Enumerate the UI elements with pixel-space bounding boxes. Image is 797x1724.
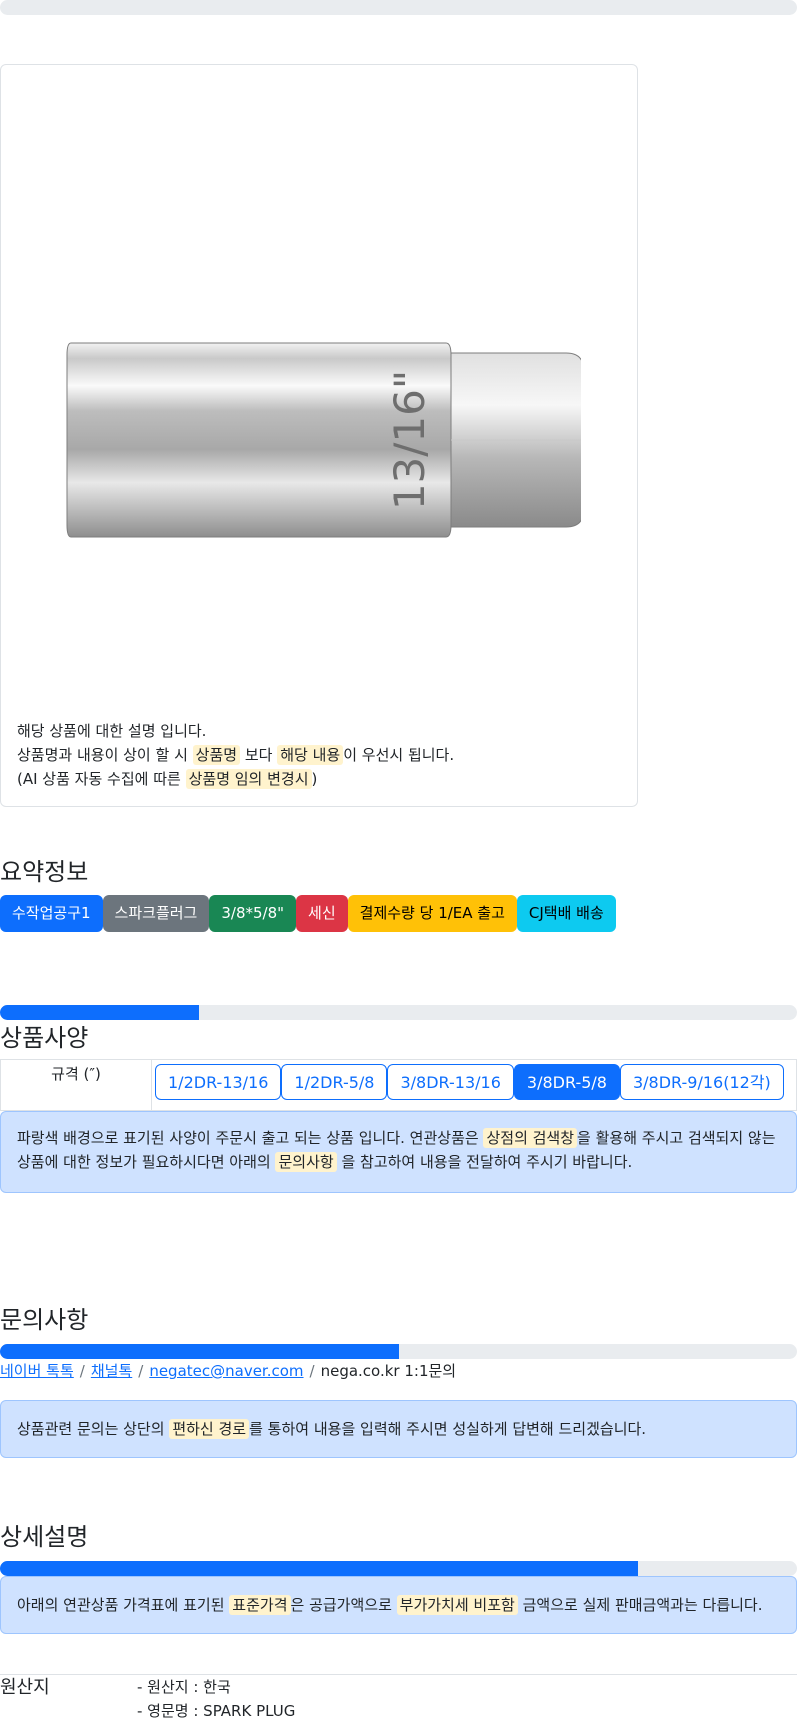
summary-badge: 스파크플러그	[102, 895, 210, 932]
highlight: 상점의 검색창	[483, 1128, 578, 1148]
separator: /	[79, 1362, 85, 1380]
summary-badge: CJ택배 배송	[516, 895, 616, 932]
specs-notice-line-1: 파랑색 배경으로 표기된 사양이 주문시 출고 되는 상품 입니다. 연관상품은…	[17, 1126, 780, 1150]
channeltalk-link[interactable]: 채널톡	[91, 1362, 132, 1380]
highlight: 부가가치세 비포함	[396, 1595, 518, 1615]
desc-line-1: 해당 상품에 대한 설명 입니다.	[17, 722, 207, 740]
highlight: 상품명	[192, 745, 241, 765]
desc-line-3: (AI 상품 자동 수집에 따른 상품명 임의 변경시)	[17, 767, 454, 791]
notice-text: 을 활용해 주시고 검색되지 않는	[577, 1129, 776, 1147]
notice-text: 아래의 연관상품 가격표에 표기된	[17, 1596, 225, 1614]
details-notice-line: 아래의 연관상품 가격표에 표기된 표준가격 은 공급가액으로 부가가치세 비포함…	[17, 1593, 780, 1617]
product-description: 해당 상품에 대한 설명 입니다. 상품명과 내용이 상이 할 시 상품명 보다…	[17, 719, 454, 791]
details-progress-fill	[0, 1561, 638, 1576]
product-card: 13/16" 해당 상품에 대한 설명 입니다. 상품명과 내용이 상이 할 시…	[0, 64, 638, 807]
inquiry-notice: 상품관련 문의는 상단의 편하신 경로 를 통하여 내용을 입력해 주시면 성실하…	[0, 1400, 797, 1458]
spec-options: 1/2DR-13/16 1/2DR-5/8 3/8DR-13/16 3/8DR-5/8…	[155, 1064, 784, 1100]
desc-text: 이 우선시 됩니다.	[343, 746, 455, 764]
naver-talktalk-link[interactable]: 네이버 톡톡	[0, 1362, 74, 1380]
specs-notice-line-2: 상품에 대한 정보가 필요하시다면 아래의 문의사항 을 참고하여 내용을 전달…	[17, 1150, 780, 1174]
inquiry-notice-line: 상품관련 문의는 상단의 편하신 경로 를 통하여 내용을 입력해 주시면 성실하…	[17, 1417, 780, 1441]
highlight: 표준가격	[229, 1595, 291, 1615]
origin-line-2: - 영문명 : SPARK PLUG	[137, 1702, 296, 1720]
details-title: 상세설명	[0, 1523, 89, 1551]
separator: /	[138, 1362, 144, 1380]
spec-option-button[interactable]: 3/8DR-13/16	[387, 1064, 514, 1100]
summary-title: 요약정보	[0, 858, 89, 886]
summary-badges: 수작업공구1 스파크플러그 3/8*5/8" 세신 결제수량 당 1/EA 출고 CJ택배…	[0, 895, 616, 932]
desc-text: 상품명과 내용이 상이 할 시	[17, 746, 188, 764]
spec-option-button[interactable]: 3/8DR-9/16(12각)	[619, 1064, 784, 1100]
origin-label: 원산지	[0, 1677, 50, 1698]
spec-option-button[interactable]: 1/2DR-5/8	[281, 1064, 388, 1100]
spec-option-button[interactable]: 3/8DR-5/8	[513, 1064, 620, 1100]
separator: /	[309, 1362, 315, 1380]
top-progress-bar	[0, 0, 797, 15]
notice-text: 를 통하여 내용을 입력해 주시면 성실하게 답변해 드리겠습니다.	[249, 1420, 647, 1438]
spec-option-button[interactable]: 1/2DR-13/16	[155, 1064, 282, 1100]
notice-text: 금액으로 실제 판매금액과는 다릅니다.	[522, 1596, 763, 1614]
desc-text: )	[311, 770, 318, 788]
highlight: 상품명 임의 변경시	[185, 769, 312, 789]
spec-row-label: 규격 (″)	[1, 1060, 152, 1110]
specs-notice: 파랑색 배경으로 표기된 사양이 주문시 출고 되는 상품 입니다. 연관상품은…	[0, 1111, 797, 1193]
inquiry-progress-bar	[0, 1344, 797, 1359]
specs-title: 상품사양	[0, 1024, 89, 1052]
highlight: 편하신 경로	[169, 1419, 250, 1439]
desc-line-2: 상품명과 내용이 상이 할 시 상품명 보다 해당 내용 이 우선시 됩니다.	[17, 743, 454, 767]
notice-text: 상품에 대한 정보가 필요하시다면 아래의	[17, 1153, 271, 1171]
details-progress-bar	[0, 1561, 797, 1576]
inquiry-links: 네이버 톡톡 / 채널톡 / negatec@naver.com / nega.co.kr …	[0, 1360, 456, 1382]
origin-line-1: - 원산지 : 한국	[137, 1678, 231, 1696]
notice-text: 파랑색 배경으로 표기된 사양이 주문시 출고 되는 상품 입니다. 연관상품은	[17, 1129, 479, 1147]
notice-text: 을 참고하여 내용을 전달하여 주시기 바랍니다.	[341, 1153, 633, 1171]
summary-badge: 결제수량 당 1/EA 출고	[347, 895, 517, 932]
details-notice: 아래의 연관상품 가격표에 표기된 표준가격 은 공급가액으로 부가가치세 비포함…	[0, 1576, 797, 1634]
specs-progress-bar	[0, 1005, 797, 1020]
summary-badge: 3/8*5/8"	[209, 895, 297, 932]
summary-badge: 세신	[296, 895, 348, 932]
origin-divider	[0, 1674, 797, 1675]
socket-engraving: 13/16"	[385, 370, 434, 510]
highlight: 해당 내용	[277, 745, 344, 765]
summary-badge: 수작업공구1	[0, 895, 103, 932]
desc-text: 보다	[244, 746, 273, 764]
inquiry-progress-fill	[0, 1344, 399, 1359]
desc-text: (AI 상품 자동 수집에 따른	[17, 770, 181, 788]
product-image: 13/16"	[66, 342, 581, 538]
site-inquiry-text: nega.co.kr 1:1문의	[320, 1362, 457, 1380]
notice-text: 은 공급가액으로	[290, 1596, 392, 1614]
inquiry-title: 문의사항	[0, 1306, 89, 1334]
origin-details: - 원산지 : 한국 - 영문명 : SPARK PLUG	[137, 1675, 295, 1723]
highlight: 문의사항	[275, 1152, 337, 1172]
notice-text: 상품관련 문의는 상단의	[17, 1420, 165, 1438]
spec-table: 규격 (″) 1/2DR-13/16 1/2DR-5/8 3/8DR-13/16 3/…	[0, 1059, 797, 1111]
email-link[interactable]: negatec@naver.com	[149, 1362, 303, 1380]
